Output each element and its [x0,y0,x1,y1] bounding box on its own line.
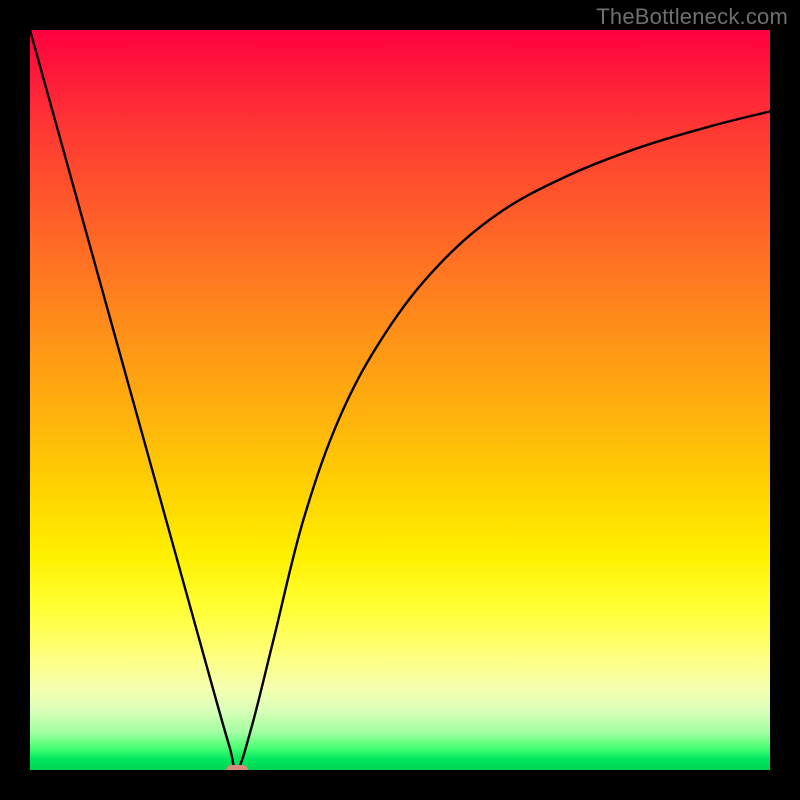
bottleneck-curve [30,30,770,770]
chart-frame: TheBottleneck.com [0,0,800,800]
plot-area [30,30,770,770]
minimum-marker [226,765,248,770]
watermark-text: TheBottleneck.com [596,4,788,30]
